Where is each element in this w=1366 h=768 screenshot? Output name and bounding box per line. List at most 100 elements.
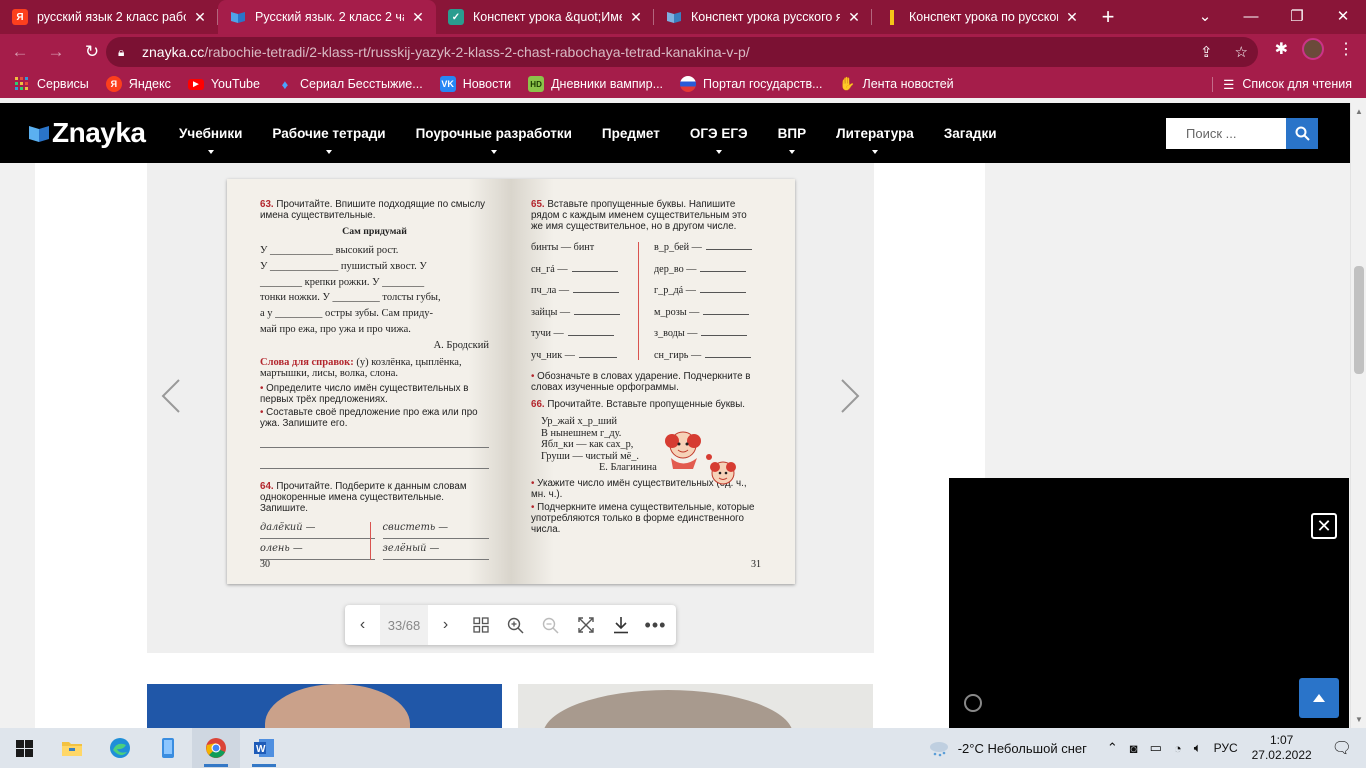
tab-search-icon[interactable]: ⌄	[1182, 0, 1228, 32]
bookmark-youtube[interactable]: ▶ YouTube	[188, 77, 260, 91]
column-divider	[638, 242, 639, 360]
search-icon	[1295, 126, 1310, 141]
tab-3[interactable]: ✓ Конспект урока &quot;Имен ✕	[436, 0, 654, 34]
address-bar[interactable]: 🔒︎ znayka.cc/rabochie-tetradi/2-klass-rt…	[106, 37, 1258, 67]
bookmark-services[interactable]: Сервисы	[14, 76, 89, 92]
page-counter[interactable]: 33/68	[380, 605, 428, 645]
article-thumbnail[interactable]	[147, 684, 502, 728]
menu-item-textbooks[interactable]: Учебники	[164, 126, 257, 141]
tab-5[interactable]: Конспект урока по русском ✕	[872, 0, 1090, 34]
taskbar-file-explorer[interactable]	[48, 728, 96, 768]
menu-item-workbooks[interactable]: Рабочие тетради	[257, 126, 400, 141]
close-tab-icon[interactable]: ✕	[628, 9, 644, 26]
more-options-icon[interactable]: •••	[638, 605, 673, 645]
windows-taskbar: W -2°C Небольшой снег ⌃ ◙ ▭ ◔ 🔈︎ РУС 1:0…	[0, 728, 1366, 768]
edge-icon	[109, 737, 131, 759]
restore-button[interactable]: ❐	[1274, 0, 1320, 32]
bookmark-news[interactable]: VK Новости	[440, 76, 511, 92]
back-button[interactable]: ←	[4, 36, 36, 68]
menu-item-subject[interactable]: Предмет	[587, 126, 675, 141]
zoom-out-icon[interactable]	[533, 605, 568, 645]
prev-page-arrow[interactable]	[160, 378, 182, 414]
scrollbar-thumb[interactable]	[1354, 266, 1364, 374]
close-tab-icon[interactable]: ✕	[192, 9, 208, 26]
close-tab-icon[interactable]: ✕	[1064, 9, 1080, 26]
taskbar-chrome[interactable]	[192, 728, 240, 768]
next-page-button[interactable]: ›	[428, 605, 463, 645]
scroll-up-arrow[interactable]: ▲	[1355, 107, 1363, 116]
tab-title: Конспект урока русского яз	[691, 10, 840, 24]
reading-list-button[interactable]: ☰ Список для чтения	[1212, 77, 1352, 92]
bookmark-series[interactable]: ♦ Сериал Бесстыжие...	[277, 76, 423, 92]
page-scrollbar[interactable]: ▲ ▼	[1350, 103, 1366, 728]
new-tab-button[interactable]: +	[1090, 0, 1126, 34]
avatar[interactable]	[1302, 38, 1324, 60]
windows-logo-icon	[16, 740, 33, 757]
clock-date: 27.02.2022	[1252, 748, 1312, 763]
language-indicator[interactable]: РУС	[1214, 741, 1238, 755]
weather-widget[interactable]: -2°C Небольшой снег	[928, 739, 1087, 757]
site-logo[interactable]: Znayka	[28, 117, 146, 149]
word-cell: зайцы —	[531, 307, 646, 329]
url-host: znayka.cc	[142, 44, 204, 60]
fullscreen-icon[interactable]	[568, 605, 603, 645]
close-icon[interactable]: ✕	[1311, 513, 1337, 539]
taskbar-phone-app[interactable]	[144, 728, 192, 768]
search-input[interactable]	[1166, 118, 1286, 149]
tab-4[interactable]: Конспект урока русского яз ✕	[654, 0, 872, 34]
menu-item-vpr[interactable]: ВПР	[763, 126, 821, 141]
close-window-button[interactable]: ✕	[1320, 0, 1366, 32]
prev-page-button[interactable]: ‹	[345, 605, 380, 645]
search-button[interactable]	[1286, 118, 1318, 149]
battery-icon[interactable]: ▭	[1150, 740, 1162, 756]
forward-button[interactable]: →	[40, 36, 72, 68]
bookmark-gov[interactable]: Портал государств...	[680, 76, 822, 92]
close-tab-icon[interactable]: ✕	[846, 9, 862, 26]
start-button[interactable]	[0, 728, 48, 768]
volume-icon[interactable]: 🔈︎	[1194, 740, 1202, 756]
main-menu: Учебники Рабочие тетради Поурочные разра…	[164, 103, 1012, 163]
bookmark-yandex[interactable]: Я Яндекс	[106, 76, 171, 92]
floating-video-player[interactable]: ✕	[949, 478, 1349, 728]
scroll-to-top-button[interactable]	[1299, 678, 1339, 718]
scroll-down-arrow[interactable]: ▼	[1355, 715, 1363, 724]
menu-item-lesson-plans[interactable]: Поурочные разработки	[401, 126, 587, 141]
menu-item-literature[interactable]: Литература	[821, 126, 929, 141]
menu-item-riddles[interactable]: Загадки	[929, 126, 1012, 141]
exercise-number: 65.	[531, 199, 545, 210]
webcam-icon[interactable]: ◙	[1130, 741, 1138, 756]
reading-list-label: Список для чтения	[1242, 77, 1352, 91]
article-thumbnail[interactable]	[518, 684, 873, 728]
doll-illustration	[663, 429, 743, 491]
close-tab-icon[interactable]: ✕	[410, 9, 426, 26]
lock-icon[interactable]: 🔒︎	[118, 45, 132, 60]
poem-author: А. Бродский	[260, 338, 489, 354]
page-number: 30	[260, 559, 270, 570]
taskbar-edge[interactable]	[96, 728, 144, 768]
chevron-up-icon[interactable]: ⌃	[1107, 740, 1118, 756]
taskbar-word[interactable]: W	[240, 728, 288, 768]
reload-button[interactable]: ↻	[76, 36, 108, 68]
check-icon: ✓	[448, 9, 464, 25]
next-page-arrow[interactable]	[839, 378, 861, 414]
snow-cloud-icon	[928, 739, 950, 757]
book-icon	[666, 9, 682, 25]
tab-2[interactable]: Русский язык. 2 класс 2 час ✕	[218, 0, 436, 34]
clock[interactable]: 1:07 27.02.2022	[1252, 733, 1312, 763]
thumbnails-icon[interactable]	[463, 605, 498, 645]
menu-item-oge-ege[interactable]: ОГЭ ЕГЭ	[675, 126, 763, 141]
minimize-button[interactable]: —	[1228, 0, 1274, 32]
bookmark-vampire[interactable]: HD Дневники вампир...	[528, 76, 663, 92]
menu-icon[interactable]: ⋮	[1338, 39, 1354, 59]
share-icon[interactable]: ⇪	[1200, 43, 1213, 61]
task-text: Определите число имён существительных в …	[260, 383, 468, 405]
notifications-icon[interactable]: 🗨︎	[1332, 738, 1352, 758]
bookmark-star-icon[interactable]: ☆	[1235, 43, 1248, 61]
zoom-in-icon[interactable]	[498, 605, 533, 645]
extensions-icon[interactable]: ✱	[1275, 39, 1288, 59]
hd-icon: HD	[528, 76, 544, 92]
wifi-icon[interactable]: ◔	[1174, 741, 1182, 756]
bookmark-feed[interactable]: ✋ Лента новостей	[840, 76, 954, 92]
download-icon[interactable]	[603, 605, 638, 645]
tab-1[interactable]: Я русский язык 2 класс рабоч ✕	[0, 0, 218, 34]
